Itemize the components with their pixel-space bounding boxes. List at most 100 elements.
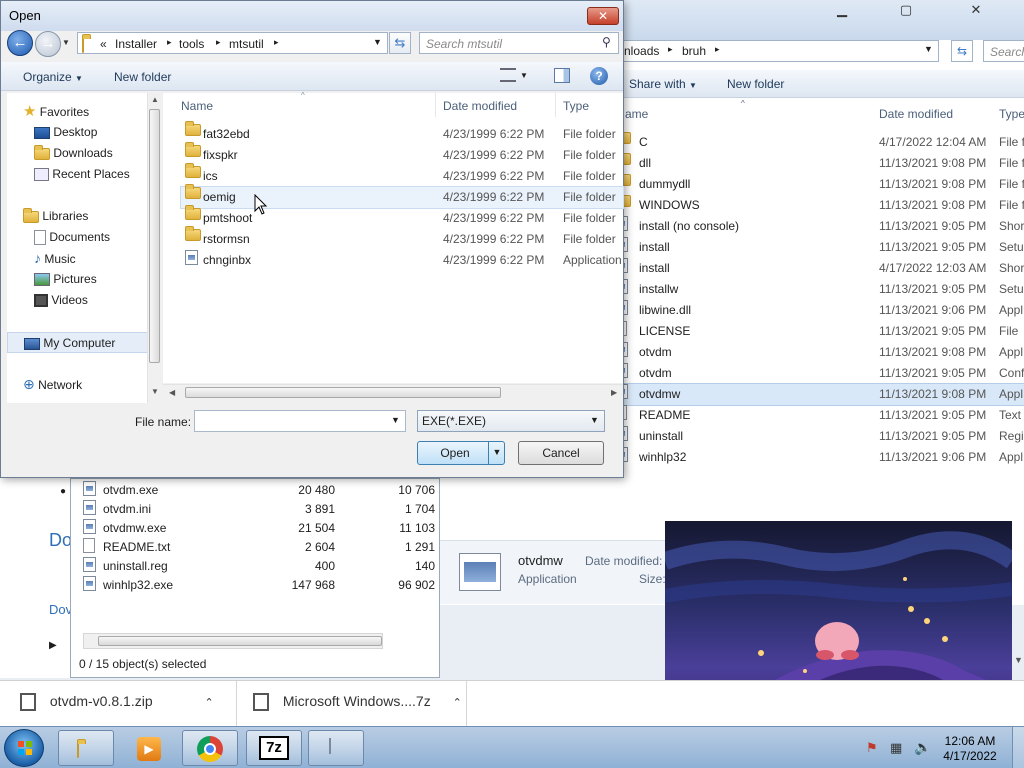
taskbar-chrome[interactable] bbox=[182, 730, 238, 766]
file-row-fixspkr[interactable]: fixspkr 4/23/1999 6:22 PM File folder bbox=[181, 142, 623, 166]
organize-button[interactable]: Organize ▼ bbox=[23, 70, 83, 84]
refresh-icon[interactable]: ⇆ bbox=[951, 40, 973, 62]
taskbar-application[interactable] bbox=[308, 730, 364, 766]
taskbar-7zip[interactable]: 7z bbox=[246, 730, 302, 766]
file-row-chnginbx[interactable]: chnginbx 4/23/1999 6:22 PM Application bbox=[181, 250, 623, 271]
scroll-down-icon[interactable]: ▼ bbox=[151, 387, 159, 396]
bg-address-bar[interactable]: nloads ▸ bruh ▸ ▼ bbox=[621, 40, 939, 62]
bg-file-row[interactable]: installw 11/13/2021 9:05 PM Setup bbox=[615, 279, 1024, 300]
taskbar-explorer[interactable] bbox=[58, 730, 114, 766]
address-crumb-tools[interactable]: tools bbox=[179, 37, 204, 51]
clock[interactable]: 12:06 AM 4/17/2022 bbox=[940, 734, 1000, 764]
bg-file-row[interactable]: otvdm 11/13/2021 9:08 PM Appl bbox=[615, 342, 1024, 363]
preview-pane-icon[interactable] bbox=[554, 68, 570, 83]
address-crumb[interactable]: bruh bbox=[682, 44, 706, 58]
nav-pictures[interactable]: Pictures bbox=[34, 269, 97, 290]
maximize-icon[interactable]: ▢ bbox=[893, 0, 919, 20]
archive-row[interactable]: otvdm.ini 3 891 1 704 bbox=[83, 500, 435, 519]
column-type[interactable]: Type bbox=[563, 99, 589, 113]
bg-file-row[interactable]: install 11/13/2021 9:05 PM Setup bbox=[615, 237, 1024, 258]
open-dropdown-arrow[interactable]: ▼ bbox=[488, 441, 505, 465]
refresh-icon[interactable]: ⇆ bbox=[389, 32, 411, 54]
column-name[interactable]: ame bbox=[625, 107, 648, 121]
file-row-fat32ebd[interactable]: fat32ebd 4/23/1999 6:22 PM File folder bbox=[181, 121, 623, 145]
archive-row[interactable]: uninstall.reg 400 140 bbox=[83, 557, 435, 576]
new-folder-button[interactable]: New folder bbox=[727, 77, 784, 91]
chevron-down-icon[interactable]: ▼ bbox=[520, 71, 528, 80]
archive-hscroll[interactable] bbox=[83, 633, 383, 649]
address-crumb-installer[interactable]: Installer bbox=[115, 37, 157, 51]
download-item-windows-7z[interactable]: Microsoft Windows....7z ⌃ bbox=[253, 693, 462, 712]
page-link-fragment[interactable]: Dov bbox=[49, 602, 72, 617]
close-button[interactable]: ✕ bbox=[587, 7, 619, 25]
action-center-icon[interactable]: ⚑ bbox=[866, 740, 878, 756]
nav-desktop[interactable]: Desktop bbox=[34, 122, 97, 143]
bg-file-row[interactable]: C 4/17/2022 12:04 AM File f bbox=[615, 129, 1024, 153]
archive-row[interactable]: otvdm.exe 20 480 10 706 bbox=[83, 481, 435, 500]
network-tray-icon[interactable]: ▦ bbox=[890, 740, 902, 756]
minimize-icon[interactable]: ▁ bbox=[829, 0, 855, 20]
view-options-icon[interactable] bbox=[500, 68, 516, 82]
back-arrow-icon[interactable]: ← bbox=[7, 30, 33, 56]
file-name-input[interactable]: ▼ bbox=[194, 410, 406, 432]
bg-file-row[interactable]: install (no console) 11/13/2021 9:05 PM Sh… bbox=[615, 216, 1024, 237]
file-row-rstormsn[interactable]: rstormsn 4/23/1999 6:22 PM File folder bbox=[181, 226, 623, 250]
column-type[interactable]: Type bbox=[999, 107, 1024, 121]
bg-file-row[interactable]: winhlp32 11/13/2021 9:06 PM Appl bbox=[615, 447, 1024, 468]
file-row-pmtshoot[interactable]: pmtshoot 4/23/1999 6:22 PM File folder bbox=[181, 205, 623, 229]
help-icon[interactable]: ? bbox=[590, 67, 608, 85]
chevron-up-icon[interactable]: ⌃ bbox=[205, 697, 214, 709]
archive-row[interactable]: README.txt 2 604 1 291 bbox=[83, 538, 435, 557]
nav-network[interactable]: ⊕ Network bbox=[23, 374, 82, 395]
file-type-select[interactable]: EXE(*.EXE) ▼ bbox=[417, 410, 605, 432]
nav-favorites[interactable]: ★ Favorites bbox=[23, 101, 89, 122]
bg-search-input[interactable]: Search bbox=[983, 40, 1024, 62]
dialog-titlebar[interactable]: Open ✕ bbox=[1, 1, 623, 31]
file-row-oemig[interactable]: oemig 4/23/1999 6:22 PM File folder bbox=[180, 184, 624, 209]
nav-libraries[interactable]: Libraries bbox=[23, 206, 88, 227]
expand-arrow-icon[interactable]: ▶ bbox=[49, 640, 57, 651]
hscroll-thumb[interactable] bbox=[185, 387, 501, 398]
nav-documents[interactable]: Documents bbox=[34, 227, 110, 248]
close-icon[interactable]: ✕ bbox=[963, 0, 989, 20]
bg-file-row[interactable]: README 11/13/2021 9:05 PM Text bbox=[615, 405, 1024, 426]
bg-file-row[interactable]: otvdm 11/13/2021 9:05 PM Conf bbox=[615, 363, 1024, 384]
recent-locations-icon[interactable]: ▼ bbox=[62, 38, 70, 47]
file-list-hscroll[interactable]: ◀ ▶ bbox=[163, 384, 623, 401]
nav-recent-places[interactable]: Recent Places bbox=[34, 164, 130, 185]
archive-row[interactable]: otvdmw.exe 21 504 11 103 bbox=[83, 519, 435, 538]
taskbar-media-player[interactable]: ▶ bbox=[120, 730, 176, 766]
bg-file-row[interactable]: otvdmw 11/13/2021 9:08 PM Appl bbox=[615, 383, 1024, 406]
scroll-up-icon[interactable]: ▲ bbox=[151, 95, 159, 104]
address-overflow[interactable]: « bbox=[100, 37, 107, 51]
bg-file-row[interactable]: uninstall 11/13/2021 9:05 PM Regis bbox=[615, 426, 1024, 447]
nav-music[interactable]: ♪ Music bbox=[34, 248, 76, 269]
scroll-thumb[interactable] bbox=[149, 109, 160, 363]
chevron-up-icon[interactable]: ⌃ bbox=[453, 697, 462, 709]
scroll-left-icon[interactable]: ◀ bbox=[169, 388, 175, 397]
address-crumb[interactable]: nloads bbox=[624, 44, 659, 58]
bg-file-row[interactable]: dummydll 11/13/2021 9:08 PM File f bbox=[615, 171, 1024, 195]
nav-pane-scrollbar[interactable]: ▲ ▼ bbox=[147, 93, 162, 403]
chevron-down-icon[interactable]: ▼ bbox=[924, 44, 933, 54]
cancel-button[interactable]: Cancel bbox=[518, 441, 604, 465]
address-bar[interactable]: « Installer ▸ tools ▸ mtsutil ▸ ▼ bbox=[77, 32, 388, 54]
show-desktop-button[interactable] bbox=[1012, 727, 1024, 768]
nav-my-computer[interactable]: My Computer bbox=[7, 332, 153, 353]
chevron-down-icon[interactable]: ▼ bbox=[373, 37, 382, 47]
search-input[interactable]: Search mtsutil ⚲ bbox=[419, 32, 619, 54]
bg-file-row[interactable]: install 4/17/2022 12:03 AM Short bbox=[615, 258, 1024, 279]
volume-icon[interactable]: 🔈 bbox=[914, 739, 931, 756]
share-with-button[interactable]: Share with ▼ bbox=[629, 77, 697, 91]
address-crumb-mtsutil[interactable]: mtsutil bbox=[229, 37, 264, 51]
bg-file-row[interactable]: dll 11/13/2021 9:08 PM File f bbox=[615, 150, 1024, 174]
bg-file-row[interactable]: WINDOWS 11/13/2021 9:08 PM File f bbox=[615, 192, 1024, 216]
chevron-right-icon[interactable]: ▸ bbox=[167, 37, 172, 48]
bg-file-row[interactable]: libwine.dll 11/13/2021 9:06 PM Appl bbox=[615, 300, 1024, 321]
start-button[interactable] bbox=[4, 729, 44, 767]
column-date-modified[interactable]: Date modified bbox=[443, 99, 517, 113]
download-item-otvdm[interactable]: otvdm-v0.8.1.zip ⌃ bbox=[20, 693, 214, 712]
file-row-ics[interactable]: ics 4/23/1999 6:22 PM File folder bbox=[181, 163, 623, 187]
chevron-right-icon[interactable]: ▸ bbox=[216, 37, 221, 48]
archive-row[interactable]: winhlp32.exe 147 968 96 902 bbox=[83, 576, 435, 595]
